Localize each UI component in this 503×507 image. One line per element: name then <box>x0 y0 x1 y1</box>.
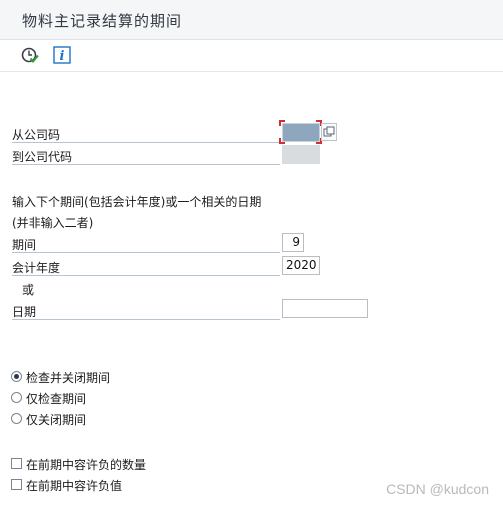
period-input[interactable]: 9 <box>282 233 304 252</box>
info-button[interactable]: i <box>50 44 74 66</box>
date-input[interactable] <box>282 299 368 318</box>
svg-text:i: i <box>60 49 65 64</box>
period-label: 期间 <box>12 238 37 252</box>
checkbox-allow-negative-value[interactable] <box>11 479 22 490</box>
period-underline <box>12 252 280 253</box>
company-from-input[interactable] <box>282 123 320 142</box>
title-bar: 物料主记录结算的期间 <box>0 0 503 40</box>
fiscal-year-underline <box>12 275 280 276</box>
multiple-selection-button[interactable] <box>321 123 337 141</box>
checkbox-allow-negative-quantity[interactable] <box>11 458 22 469</box>
checkbox-allow-negative-value-label: 在前期中容许负值 <box>26 479 123 493</box>
radio-close-only-label: 仅关闭期间 <box>26 413 87 427</box>
company-to-input[interactable] <box>282 145 320 164</box>
execute-check-icon <box>21 47 39 64</box>
fiscal-year-input[interactable]: 2020 <box>282 256 320 275</box>
company-to-label: 到公司代码 <box>12 150 73 164</box>
radio-check-and-close-label: 检查并关闭期间 <box>26 371 111 385</box>
application-toolbar: i <box>0 40 503 72</box>
radio-check-and-close[interactable] <box>11 371 22 382</box>
company-from-label: 从公司码 <box>12 128 61 142</box>
or-label: 或 <box>22 283 35 297</box>
date-underline <box>12 319 280 320</box>
watermark: CSDN @kudcon <box>386 481 489 497</box>
instruction-text: 输入下个期间(包括会计年度)或一个相关的日期 <box>12 195 262 209</box>
multiple-selection-icon <box>323 126 335 137</box>
radio-close-only[interactable] <box>11 413 22 424</box>
date-label: 日期 <box>12 305 37 319</box>
company-to-underline <box>12 164 280 165</box>
info-icon: i <box>53 46 71 64</box>
focus-corner-bottom-left <box>279 138 285 144</box>
fiscal-year-label: 会计年度 <box>12 261 61 275</box>
checkbox-allow-negative-quantity-label: 在前期中容许负的数量 <box>26 458 147 472</box>
focus-corner-top-left <box>279 120 285 126</box>
radio-check-only[interactable] <box>11 392 22 403</box>
window-title: 物料主记录结算的期间 <box>22 12 183 30</box>
execute-button[interactable] <box>18 44 42 66</box>
instruction-note: (并非输入二者) <box>12 216 94 230</box>
company-from-underline <box>12 142 280 143</box>
selection-screen <box>0 72 503 507</box>
radio-check-only-label: 仅检查期间 <box>26 392 87 406</box>
